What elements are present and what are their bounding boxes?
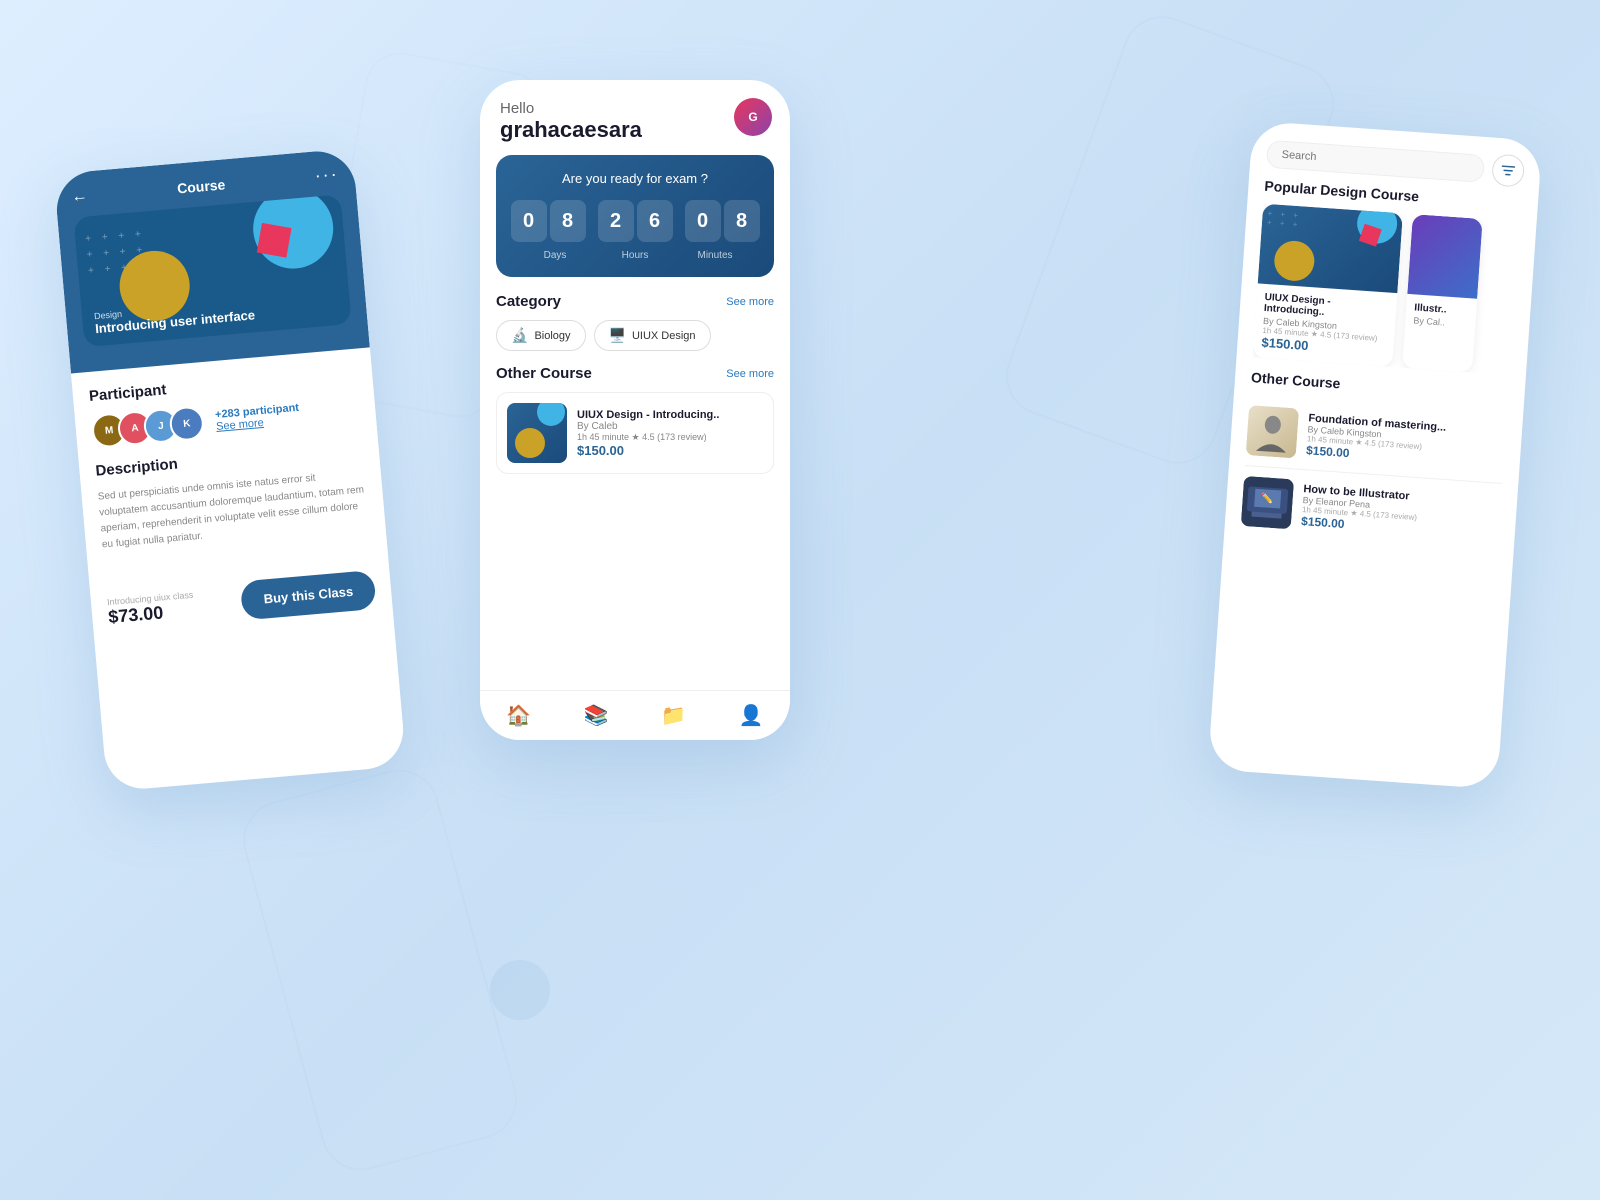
svg-text:✏️: ✏️ (1260, 491, 1273, 505)
hours-label: Hours (605, 250, 665, 261)
nav-home-icon[interactable]: 🏠 (506, 703, 531, 728)
nav-title: Course (176, 176, 225, 196)
oc-thumb-2-img: ✏️ (1241, 476, 1294, 529)
popular-card-2-thumb (1407, 214, 1482, 299)
popular-card-2[interactable]: Illustr.. By Cal.. (1402, 214, 1483, 373)
uiux-label: UIUX Design (632, 330, 696, 342)
buy-button[interactable]: Buy this Class (240, 570, 376, 620)
graphic-pink-square (257, 223, 292, 258)
countdown-labels: Days Hours Minutes (512, 250, 758, 261)
course-thumbnail (507, 403, 567, 463)
countdown-question: Are you ready for exam ? (512, 171, 758, 186)
user-avatar[interactable]: G (734, 98, 772, 136)
uiux-icon: 🖥️ (609, 327, 626, 344)
days-digits: 0 8 (511, 200, 586, 242)
bottom-nav: 🏠 📚 📁 👤 (480, 690, 790, 740)
category-row: 🔬 Biology 🖥️ UIUX Design (480, 320, 790, 365)
more-options-button[interactable]: ··· (314, 163, 340, 186)
popular-card-1-body: UIUX Design - Introducing.. By Caleb Kin… (1253, 283, 1398, 367)
popular-card-1-thumb: + + ++ + + (1258, 204, 1403, 294)
popular-card-1[interactable]: + + ++ + + UIUX Design - Introducing.. B… (1253, 204, 1403, 367)
course-card-author: By Caleb (577, 421, 719, 432)
course-card-meta: 1h 45 minute ★ 4.5 (173 review) (577, 432, 719, 443)
popular-card-2-body: Illustr.. By Cal.. (1405, 294, 1478, 338)
day-digit-2: 8 (550, 200, 586, 242)
hour-digit-1: 2 (598, 200, 634, 242)
thumb-gold-circle (515, 428, 545, 458)
other-course-section-header: Other Course See more (480, 365, 790, 392)
course-graphic: + + + ++ + + ++ + + + Design Introducing… (73, 194, 351, 347)
person-illustration (1246, 405, 1299, 458)
course-card-info: UIUX Design - Introducing.. By Caleb 1h … (577, 409, 719, 458)
left-phone: ← Course ··· + + + ++ + + ++ + + + Desig… (54, 148, 407, 792)
participant-info: +283 participant See more (215, 402, 301, 433)
computer-illustration: ✏️ (1241, 476, 1294, 529)
nav-courses-icon[interactable]: 📚 (584, 703, 609, 728)
category-section-header: Category See more (480, 293, 790, 320)
minutes-digits: 0 8 (685, 200, 760, 242)
nav-folder-icon[interactable]: 📁 (661, 703, 686, 728)
other-course-card[interactable]: UIUX Design - Introducing.. By Caleb 1h … (496, 392, 774, 474)
course-header: ← Course ··· + + + ++ + + ++ + + + Desig… (54, 148, 370, 373)
right-phone: Popular Design Course + + ++ + + UIUX De… (1208, 121, 1543, 790)
hours-digits: 2 6 (598, 200, 673, 242)
course-body: Participant M A J K +283 participant See… (71, 347, 388, 584)
description-text: Sed ut perspiciatis unde omnis iste natu… (97, 466, 370, 553)
thumb-blue-circle (537, 403, 565, 426)
other-course-title: Other Course (496, 365, 592, 382)
category-see-more[interactable]: See more (726, 296, 774, 308)
countdown-box: Are you ready for exam ? 0 8 2 6 0 8 Day… (496, 155, 774, 277)
biology-icon: 🔬 (511, 327, 528, 344)
hour-digit-2: 6 (637, 200, 673, 242)
pc-gold-circle (1273, 240, 1316, 283)
other-course-see-more[interactable]: See more (726, 368, 774, 380)
filter-button[interactable] (1491, 154, 1525, 188)
back-button[interactable]: ← (71, 187, 89, 206)
search-input[interactable] (1266, 140, 1485, 183)
username-text: grahacaesara (500, 117, 770, 143)
price-section: Introducing uiux class $73.00 (107, 590, 196, 628)
countdown-digits: 0 8 2 6 0 8 (512, 200, 758, 242)
category-title: Category (496, 293, 561, 310)
day-digit-1: 0 (511, 200, 547, 242)
popular-section: Popular Design Course + + ++ + + UIUX De… (1236, 177, 1539, 389)
popular-card-2-name: Illustr.. (1414, 302, 1469, 317)
category-biology[interactable]: 🔬 Biology (496, 320, 586, 351)
oc-info-1: Foundation of mastering... By Caleb King… (1306, 412, 1447, 467)
center-phone: G Hello grahacaesara Are you ready for e… (480, 80, 790, 740)
popular-card-2-author: By Cal.. (1413, 315, 1468, 329)
oc-thumb-1-img (1246, 405, 1299, 458)
hello-text: Hello (500, 100, 770, 117)
oc-info-2: How to be Illustrator By Eleanor Pena 1h… (1301, 483, 1419, 536)
dots-deco: + + ++ + + (1267, 209, 1302, 229)
days-label: Days (525, 250, 585, 261)
right-other-course-section: Other Course (1224, 368, 1525, 555)
biology-label: Biology (534, 330, 570, 342)
min-digit-1: 0 (685, 200, 721, 242)
oc-thumb-2: ✏️ (1241, 476, 1294, 529)
course-card-name: UIUX Design - Introducing.. (577, 409, 719, 421)
course-card-price: $150.00 (577, 443, 719, 458)
avatars-group: M A J K (91, 405, 206, 449)
filter-icon (1501, 163, 1516, 178)
nav-profile-icon[interactable]: 👤 (739, 703, 764, 728)
min-digit-2: 8 (724, 200, 760, 242)
oc-thumb-1 (1246, 405, 1299, 458)
popular-cards-row: + + ++ + + UIUX Design - Introducing.. B… (1253, 204, 1521, 376)
category-uiux[interactable]: 🖥️ UIUX Design (594, 320, 711, 351)
minutes-label: Minutes (685, 250, 745, 261)
